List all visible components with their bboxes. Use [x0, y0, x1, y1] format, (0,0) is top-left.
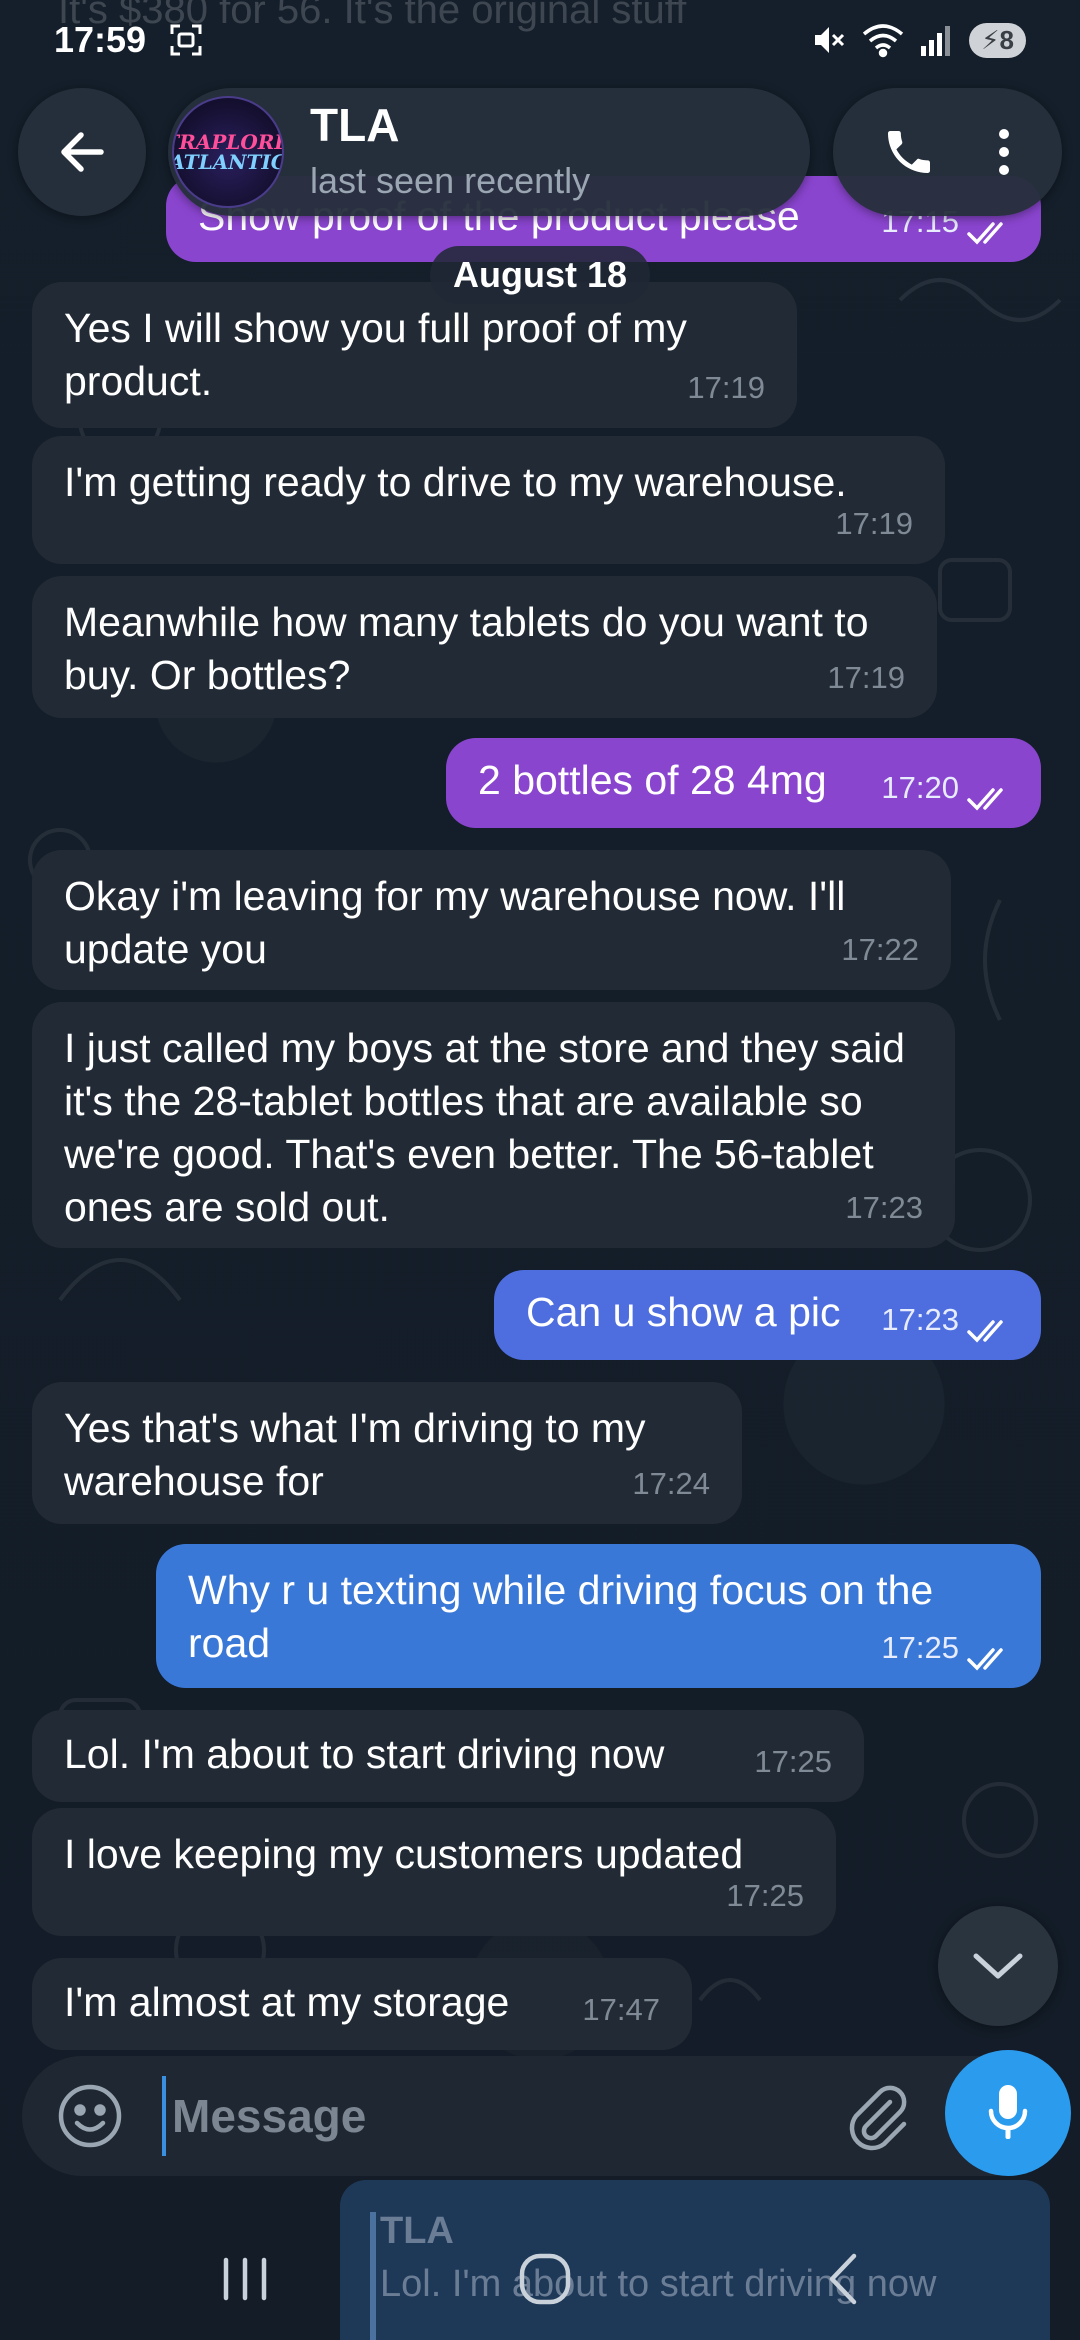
message-composer	[22, 2056, 1052, 2176]
smiley-icon[interactable]	[56, 2082, 124, 2150]
read-ticks-icon	[967, 788, 1003, 811]
message-text: Okay i'm leaving for my warehouse now. I…	[64, 873, 846, 972]
header-actions	[833, 88, 1062, 216]
screenshot-icon	[170, 24, 202, 56]
read-ticks-icon	[967, 222, 1003, 245]
message-time: 17:25	[726, 1878, 804, 1913]
battery-level: 8	[999, 24, 1014, 55]
message-bubble-outgoing[interactable]: Can u show a pic 17:23	[494, 1270, 1041, 1360]
message-bubble-incoming[interactable]: Lol. I'm about to start driving now 17:2…	[32, 1710, 864, 1802]
message-text: Yes I will show you full proof of my pro…	[64, 305, 687, 404]
message-time: 17:23	[845, 1190, 923, 1225]
mute-icon	[815, 27, 845, 53]
arrow-left-icon	[61, 132, 104, 172]
wifi-icon	[863, 24, 904, 58]
chat-header: TRAPLORD ATLANTIC TLA last seen recently	[18, 88, 1062, 218]
message-text: I'm getting ready to drive to my warehou…	[64, 459, 847, 505]
paperclip-icon[interactable]	[842, 2080, 914, 2152]
message-time: 17:19	[835, 506, 913, 541]
message-bubble-incoming[interactable]: Okay i'm leaving for my warehouse now. I…	[32, 850, 951, 990]
message-text: Lol. I'm about to start driving now	[64, 1731, 665, 1777]
message-bubble-incoming[interactable]: Yes that's what I'm driving to my wareho…	[32, 1382, 742, 1524]
message-input[interactable]	[162, 2076, 822, 2156]
scroll-to-bottom-button[interactable]	[938, 1906, 1058, 2026]
avatar-text-line1: TRAPLORD	[174, 130, 282, 154]
message-bubble-outgoing[interactable]: 2 bottles of 28 4mg 17:20	[446, 738, 1041, 828]
message-time: 17:25	[754, 1744, 832, 1779]
more-vertical-icon[interactable]	[994, 124, 1014, 180]
contact-name: TLA	[310, 99, 400, 151]
signal-icon	[921, 26, 951, 56]
message-time: 17:24	[632, 1466, 710, 1501]
chevron-down-icon	[973, 1953, 1023, 1979]
message-time: 17:22	[841, 932, 919, 967]
avatar-text-line2: ATLANTIC	[172, 150, 284, 174]
voice-record-button[interactable]	[945, 2050, 1071, 2176]
recent-apps-icon[interactable]	[210, 2244, 280, 2314]
message-time: 17:20	[881, 770, 959, 805]
message-bubble-outgoing[interactable]: Why r u texting while driving focus on t…	[156, 1544, 1041, 1688]
home-icon[interactable]	[510, 2244, 580, 2314]
read-ticks-icon	[967, 1320, 1003, 1343]
message-text: I just called my boys at the store and t…	[64, 1025, 905, 1230]
status-bar: 17:59 ⚡8	[0, 0, 1080, 80]
date-separator: August 18	[430, 246, 650, 304]
message-time: 17:23	[881, 1302, 959, 1337]
message-time: 17:19	[687, 370, 765, 405]
message-time: 17:47	[582, 1992, 660, 2027]
contact-status: last seen recently	[310, 160, 591, 201]
message-time: 17:19	[827, 660, 905, 695]
phone-icon[interactable]	[881, 124, 937, 180]
message-bubble-incoming[interactable]: I love keeping my customers updated 17:2…	[32, 1808, 836, 1936]
message-time: 17:25	[881, 1630, 959, 1665]
system-navigation-bar	[0, 2210, 1080, 2340]
message-text: I love keeping my customers updated	[64, 1831, 744, 1877]
message-text: Meanwhile how many tablets do you want t…	[64, 599, 869, 698]
microphone-icon	[988, 2085, 1028, 2139]
message-bubble-incoming[interactable]: I just called my boys at the store and t…	[32, 1002, 955, 1248]
avatar[interactable]: TRAPLORD ATLANTIC	[172, 96, 284, 208]
status-time: 17:59	[54, 19, 147, 60]
message-bubble-incoming[interactable]: Meanwhile how many tablets do you want t…	[32, 576, 937, 718]
read-ticks-icon	[967, 1648, 1003, 1671]
back-nav-icon[interactable]	[810, 2244, 880, 2314]
message-bubble-incoming[interactable]: Yes I will show you full proof of my pro…	[32, 282, 797, 428]
back-button[interactable]	[18, 88, 146, 216]
message-bubble-incoming[interactable]: I'm almost at my storage 17:47	[32, 1958, 692, 2050]
message-bubble-incoming[interactable]: I'm getting ready to drive to my warehou…	[32, 436, 945, 564]
battery-indicator: ⚡8	[969, 22, 1026, 58]
